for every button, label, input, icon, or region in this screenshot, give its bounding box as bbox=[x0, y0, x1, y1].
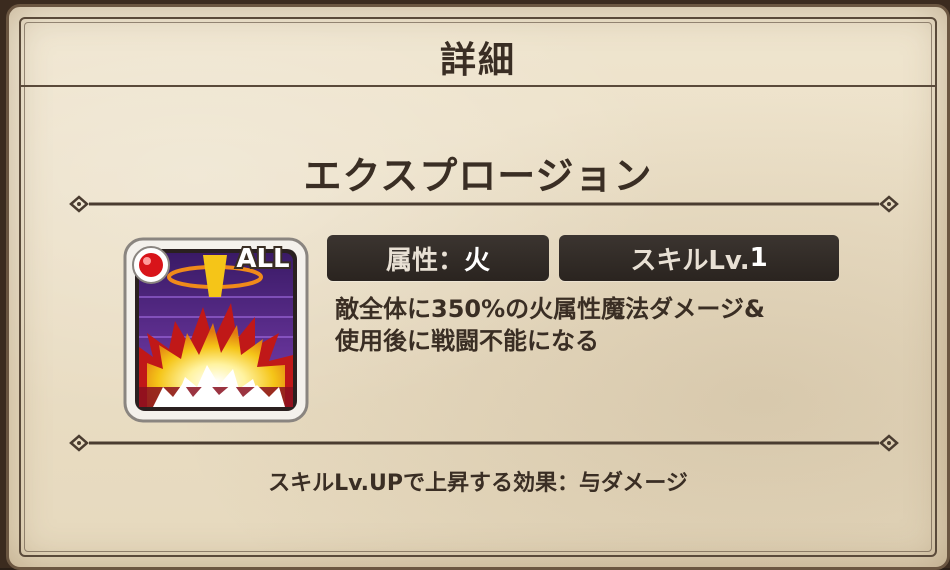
skill-name: エクスプロージョン bbox=[303, 154, 653, 198]
attribute-value: 火 bbox=[464, 245, 491, 276]
detail-panel: 詳細 エクスプロージョン ALL 属性： 火 スキルLv. 1 敵全体に350%… bbox=[6, 4, 950, 570]
attribute-label: 属性： bbox=[385, 245, 464, 276]
skill-description: 敵全体に350%の火属性魔法ダメージ& 使用後に戦闘不能になる bbox=[335, 293, 895, 357]
target-all-badge: ALL bbox=[236, 244, 289, 274]
description-line: 使用後に戦闘不能になる bbox=[335, 327, 599, 355]
skill-level-value: 1 bbox=[749, 243, 768, 273]
skill-level-badge: スキルLv. 1 bbox=[559, 235, 839, 281]
panel-title: 詳細 bbox=[439, 40, 516, 81]
description-line: 敵全体に350%の火属性魔法ダメージ& bbox=[335, 295, 765, 323]
skill-level-label: スキルLv. bbox=[630, 245, 750, 276]
title-bar: 詳細 bbox=[21, 19, 935, 87]
ornament-divider-top bbox=[69, 195, 899, 213]
explosion-skill-icon: ALL bbox=[123, 237, 309, 423]
attribute-badge: 属性：火 bbox=[327, 235, 549, 281]
window-frame: 詳細 エクスプロージョン ALL 属性： 火 スキルLv. 1 敵全体に350%… bbox=[0, 0, 950, 570]
ornament-divider-bottom bbox=[69, 434, 899, 452]
fire-orb-icon bbox=[139, 253, 163, 277]
level-up-effect-note: スキルLv.UPで上昇する効果：与ダメージ bbox=[268, 471, 688, 496]
